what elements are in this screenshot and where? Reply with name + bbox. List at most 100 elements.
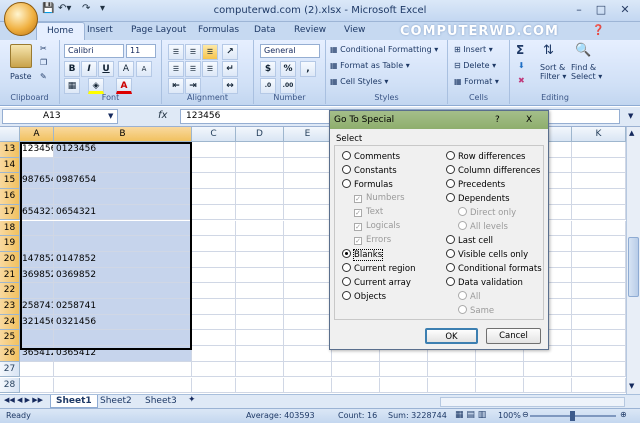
zoom-level[interactable]: 100% [498,411,521,420]
table-cell[interactable] [284,173,332,190]
find-select-icon[interactable]: 🔍 [575,43,591,58]
autosum-icon[interactable]: Σ [516,43,524,57]
row-header[interactable]: 21 [0,267,20,284]
tab-insert[interactable]: Insert [87,25,113,35]
column-header-b[interactable]: B [54,127,192,142]
table-cell[interactable] [54,377,192,394]
table-cell[interactable]: 0147852 [54,251,192,268]
table-cell[interactable] [236,330,284,347]
save-icon[interactable]: 💾 [42,3,54,18]
radio-formulas[interactable]: Formulas [342,179,393,190]
table-cell[interactable] [236,157,284,174]
quick-access-dropdown-icon[interactable]: ▾ [100,3,105,18]
table-cell[interactable] [236,236,284,252]
table-cell[interactable] [236,189,284,205]
increase-decimal-icon[interactable]: .0 [260,78,276,94]
table-cell[interactable] [54,330,192,347]
radio-last-cell[interactable]: Last cell [446,235,493,246]
italic-button[interactable]: I [81,61,97,77]
table-cell[interactable] [236,251,284,268]
align-center-icon[interactable]: ☰ [185,61,201,77]
table-cell[interactable] [572,283,626,299]
table-cell[interactable] [20,330,54,347]
expand-formula-bar-icon[interactable]: ▼ [628,112,633,120]
dialog-close-button[interactable]: X [526,111,532,129]
radio-current-array[interactable]: Current array [342,277,411,288]
table-cell[interactable] [236,283,284,299]
radio-row-differences[interactable]: Row differences [446,151,525,162]
table-cell[interactable] [192,377,236,394]
paste-icon[interactable] [10,44,32,68]
horizontal-scrollbar[interactable] [440,397,625,407]
radio-constants[interactable]: Constants [342,165,397,176]
insert-sheet-icon[interactable]: ✦ [188,395,196,405]
percent-button[interactable]: % [280,61,296,77]
column-header-k[interactable]: K [572,127,626,142]
find-select-button[interactable]: Find & Select ▾ [571,63,602,81]
maximize-button[interactable]: □ [590,2,612,18]
format-cells-button[interactable]: ▦ Format ▾ [454,77,499,86]
table-cell[interactable] [192,142,236,158]
row-header[interactable]: 20 [0,251,20,268]
align-middle-icon[interactable]: ☰ [185,44,201,60]
table-cell[interactable] [192,189,236,205]
sort-filter-icon[interactable]: ⇅ [543,43,554,58]
table-cell[interactable]: 0987654 [54,173,192,190]
format-as-table-button[interactable]: ▦ Format as Table ▾ [330,61,410,70]
table-cell[interactable] [572,142,626,158]
align-left-icon[interactable]: ☰ [168,61,184,77]
row-header[interactable]: 28 [0,377,20,394]
select-all-corner[interactable] [0,127,20,142]
office-button[interactable] [4,2,38,36]
font-color-icon[interactable]: A [116,78,132,94]
zoom-slider-thumb[interactable] [570,411,575,421]
table-cell[interactable] [284,220,332,237]
radio-blanks[interactable]: Blanks [342,249,384,261]
table-cell[interactable]: 0258741 [54,299,192,315]
table-cell[interactable] [192,267,236,284]
scroll-down-icon[interactable]: ▼ [629,382,634,390]
table-cell[interactable] [192,346,236,362]
table-cell[interactable] [572,361,626,378]
table-cell[interactable]: 654321 [20,204,54,221]
radio-current-region[interactable]: Current region [342,263,416,274]
table-cell[interactable]: 258741 [20,299,54,315]
currency-button[interactable]: $ [260,61,276,77]
table-cell[interactable] [572,251,626,268]
table-cell[interactable]: 0123456 [54,142,192,158]
borders-icon[interactable]: ▦ [64,78,80,94]
redo-icon[interactable]: ↷ [82,3,90,18]
decrease-decimal-icon[interactable]: .00 [280,78,296,94]
row-header[interactable]: 13 [0,142,20,158]
ok-button[interactable]: OK [425,328,478,344]
table-cell[interactable] [380,361,428,378]
table-cell[interactable] [192,236,236,252]
fill-icon[interactable]: ⬇ [518,61,525,70]
cancel-button[interactable]: Cancel [486,328,541,344]
align-bottom-icon[interactable]: ☰ [202,44,218,60]
sheet-tab-1[interactable]: Sheet1 [50,395,98,408]
tab-data[interactable]: Data [254,25,276,35]
scroll-thumb[interactable] [628,237,639,297]
tab-review[interactable]: Review [294,25,326,35]
cell-styles-button[interactable]: ▦ Cell Styles ▾ [330,77,388,86]
table-cell[interactable] [192,330,236,347]
table-cell[interactable] [284,314,332,331]
table-cell[interactable] [572,189,626,205]
table-cell[interactable] [476,361,524,378]
table-cell[interactable] [572,346,626,362]
table-cell[interactable] [236,377,284,394]
table-cell[interactable]: 365412 [20,346,54,362]
row-header[interactable]: 16 [0,189,20,205]
tab-home[interactable]: Home [36,22,85,41]
table-cell[interactable] [192,173,236,190]
radio-dependents[interactable]: Dependents [446,193,510,204]
copy-icon[interactable]: ❐ [40,58,47,67]
vertical-scrollbar[interactable]: ▲ ▼ [626,127,640,394]
dialog-help-button[interactable]: ? [495,111,500,129]
table-cell[interactable] [284,330,332,347]
row-header[interactable]: 14 [0,157,20,174]
table-cell[interactable] [524,361,572,378]
orientation-icon[interactable]: ↗ [222,44,238,60]
radio-objects[interactable]: Objects [342,291,386,302]
